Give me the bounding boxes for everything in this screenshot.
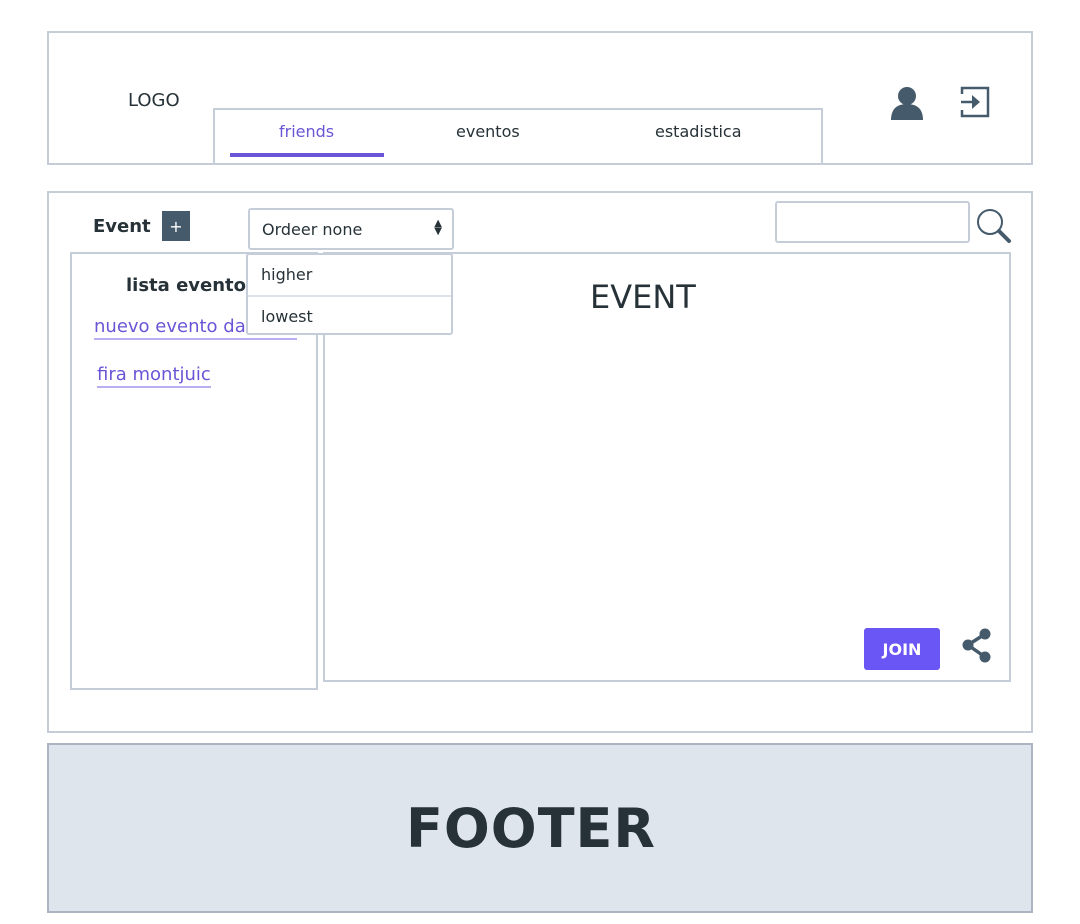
order-dropdown-menu: higher lowest (246, 253, 453, 335)
order-option-lowest[interactable]: lowest (248, 295, 451, 335)
tab-friends[interactable]: friends (279, 122, 334, 141)
search-icon[interactable] (976, 208, 1012, 244)
order-select-value: Ordeer none (262, 220, 363, 239)
share-icon[interactable] (961, 628, 993, 664)
main-content: Event + Ordeer none ▲ ▼ lista eventos nue… (47, 191, 1033, 733)
header: LOGO friends eventos estadistica (47, 31, 1033, 165)
join-button[interactable]: JOIN (864, 628, 940, 670)
active-tab-indicator (230, 153, 384, 157)
add-event-button[interactable]: + (162, 211, 190, 241)
select-arrows-icon: ▲ ▼ (434, 218, 442, 237)
order-select[interactable]: Ordeer none ▲ ▼ (248, 208, 454, 250)
user-icon[interactable] (890, 86, 924, 120)
logout-icon[interactable] (959, 86, 991, 118)
event-list-item[interactable]: fira montjuic (97, 364, 211, 388)
event-list-title: lista eventos (126, 275, 257, 296)
tab-eventos[interactable]: eventos (456, 122, 520, 141)
footer-text: FOOTER (406, 797, 657, 860)
nav-tabs: friends eventos estadistica (213, 108, 823, 165)
search-input[interactable] (775, 201, 970, 243)
event-title: EVENT (590, 278, 696, 316)
footer: FOOTER (47, 743, 1033, 913)
event-label: Event (93, 216, 151, 237)
tab-estadistica[interactable]: estadistica (655, 122, 742, 141)
order-option-higher[interactable]: higher (248, 255, 451, 295)
logo: LOGO (128, 90, 180, 111)
